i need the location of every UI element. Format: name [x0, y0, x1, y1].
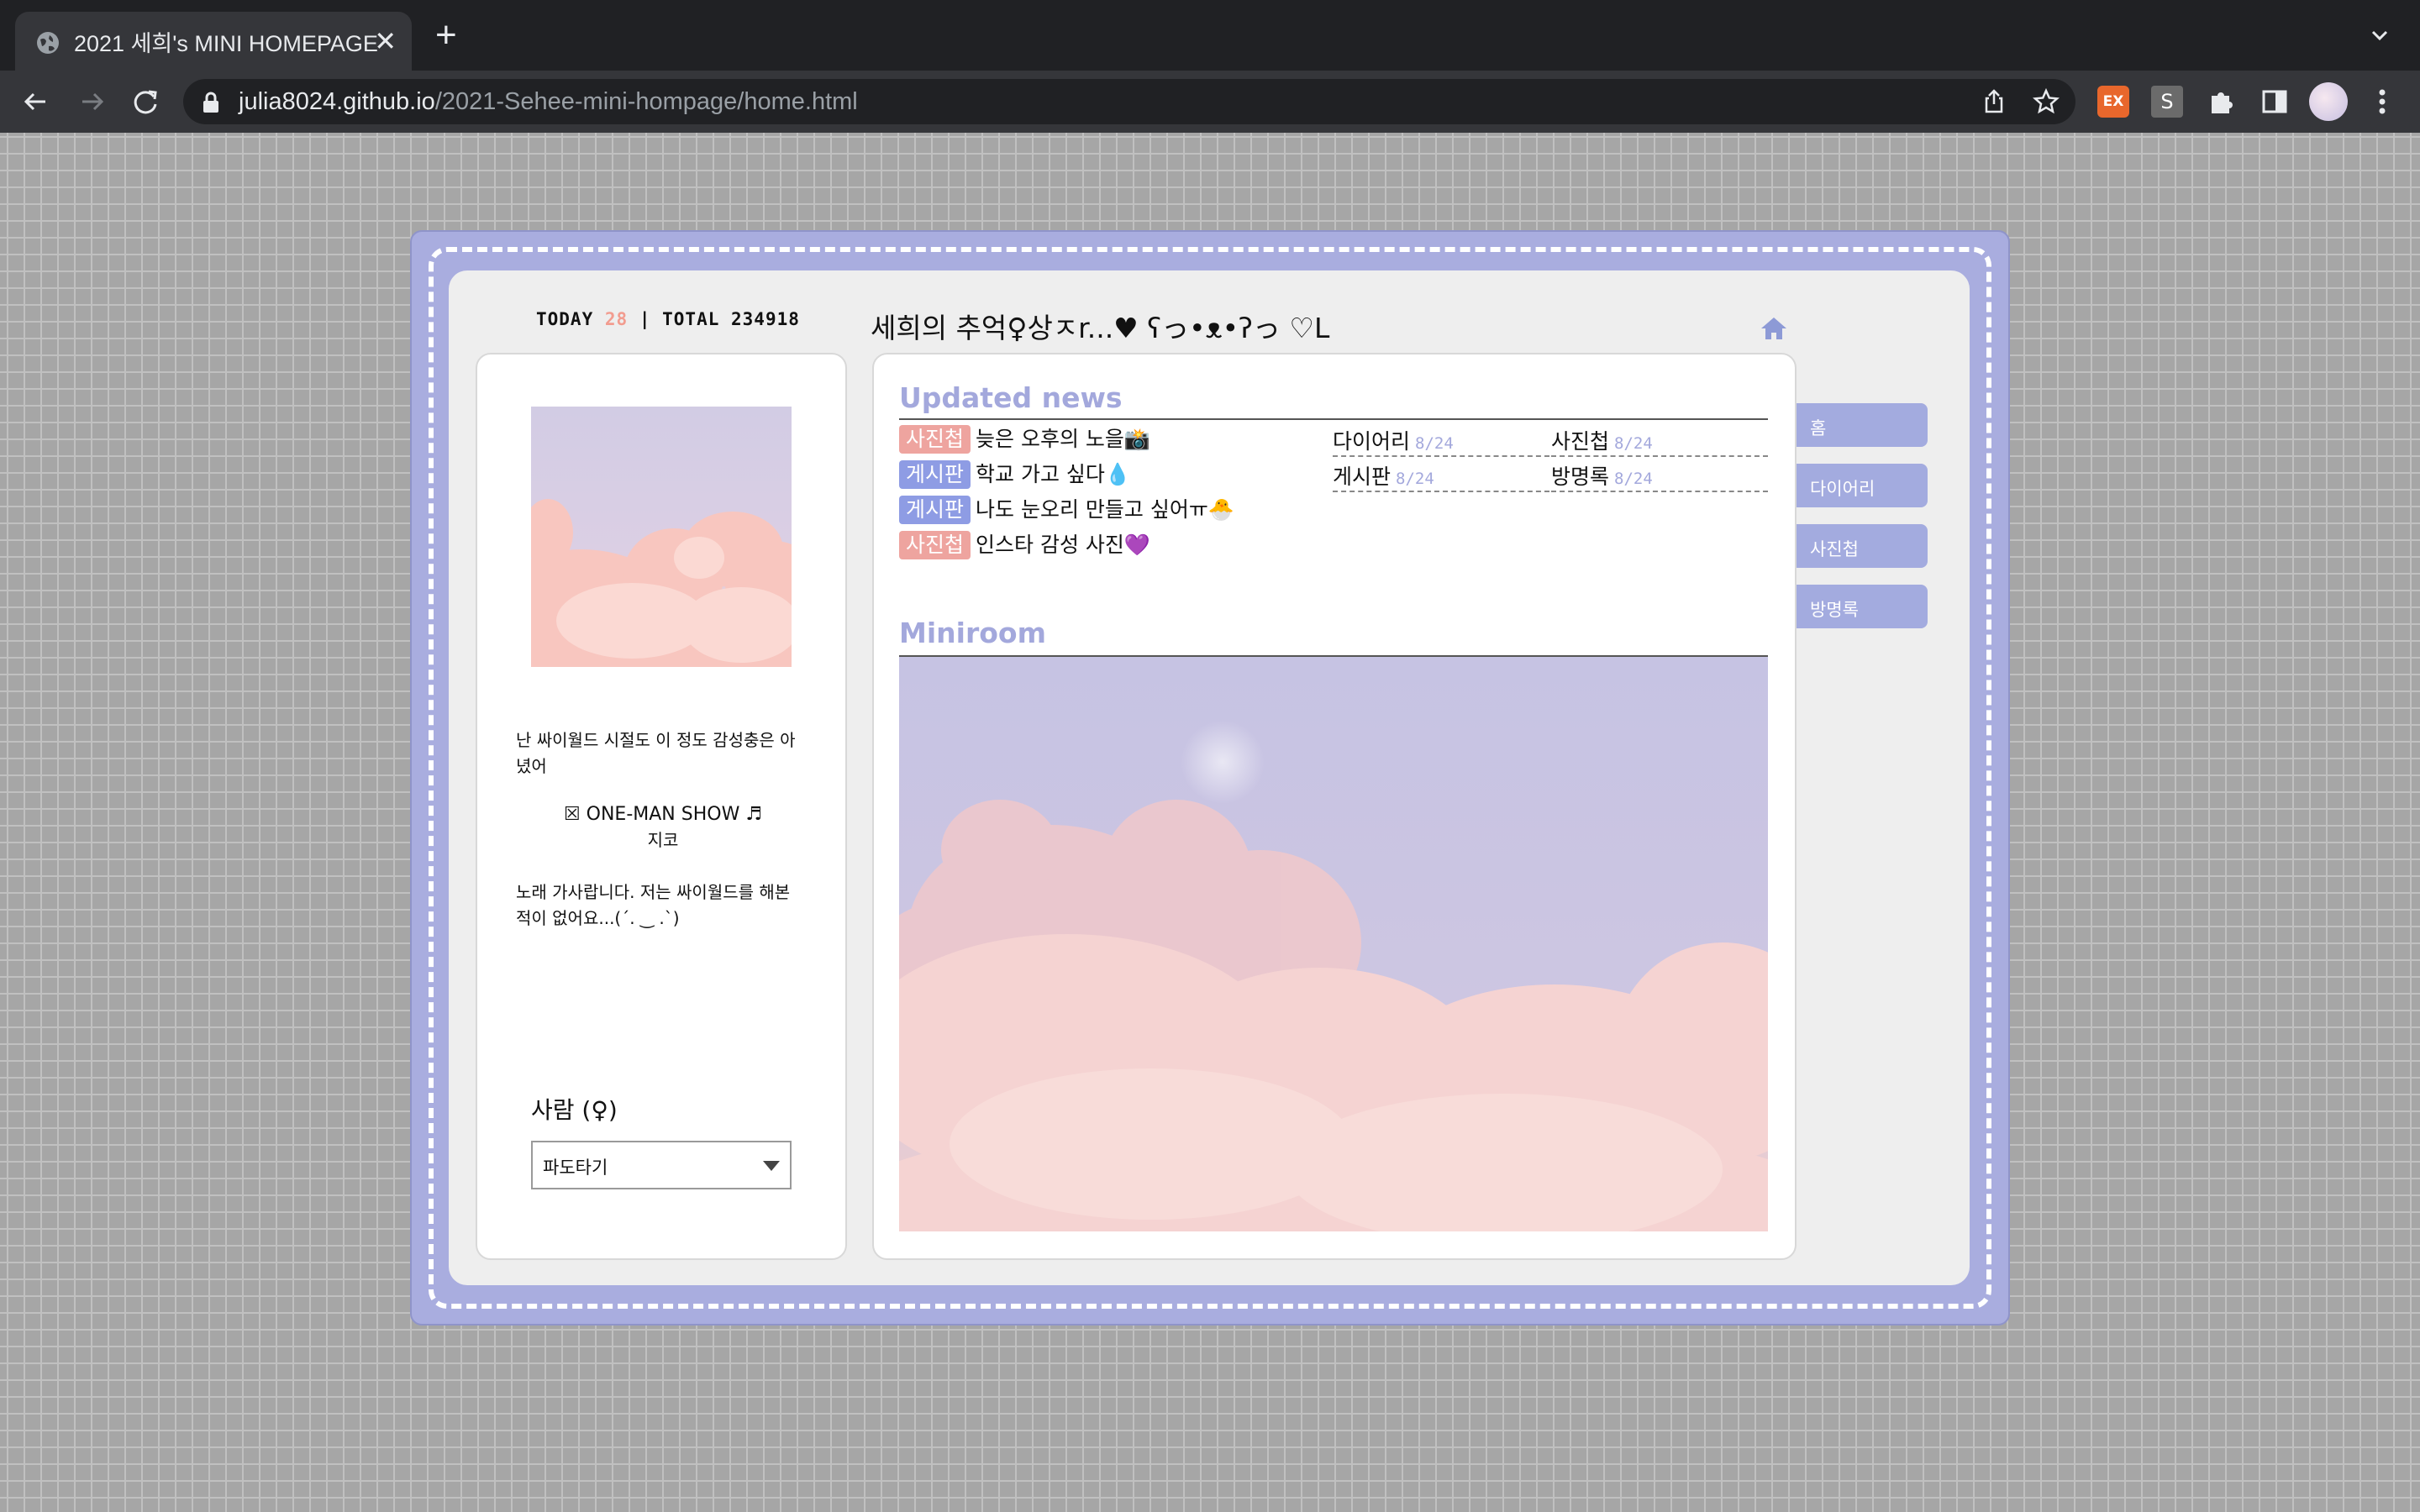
- stat-date: 8/24: [1396, 470, 1434, 488]
- star-icon[interactable]: [2032, 87, 2060, 116]
- profile-image: [531, 407, 792, 667]
- stat-label: 방명록: [1551, 465, 1610, 489]
- puzzle-icon[interactable]: [2205, 86, 2237, 118]
- stat-guestbook[interactable]: 방명록 8/24: [1551, 462, 1768, 492]
- today-label: TODAY: [536, 309, 594, 329]
- mood-dropdown-value: 파도타기: [543, 1158, 608, 1178]
- song-info: ☒ ONE-MAN SHOW ♬ 지코: [516, 801, 810, 853]
- url-host: julia8024.github.io: [239, 88, 435, 115]
- profile-avatar[interactable]: [2309, 82, 2348, 121]
- url-text[interactable]: julia8024.github.io/2021-Sehee-mini-homp…: [239, 88, 858, 116]
- menu-tab-photos[interactable]: 사진첩: [1797, 524, 1928, 568]
- news-item[interactable]: 사진첩 늦은 오후의 노을📸: [899, 425, 1150, 454]
- total-label: TOTAL: [662, 309, 720, 329]
- counter-separator: |: [639, 309, 651, 329]
- today-count: 28: [604, 309, 629, 329]
- stat-diary[interactable]: 다이어리 8/24: [1333, 427, 1549, 457]
- news-item[interactable]: 게시판 학교 가고 싶다💧: [899, 460, 1131, 489]
- dropdown-caret-icon: [763, 1161, 780, 1171]
- mood-label: 사람 (♀): [531, 1096, 618, 1124]
- bio-note: 노래 가사랍니다. 저는 싸이월드를 해본 적이 없어요...(´. ‿ .`): [516, 882, 791, 928]
- news-item-text[interactable]: 학교 가고 싶다💧: [976, 460, 1131, 489]
- news-tag-board: 게시판: [899, 496, 971, 524]
- kebab-menu-icon[interactable]: [2368, 82, 2396, 121]
- news-tag-board: 게시판: [899, 460, 971, 489]
- visitor-counter: TODAY 28 | TOTAL 234918: [536, 309, 800, 329]
- browser-tab-bar: 2021 세희's MINI HOMEPAGE ✕ +: [0, 0, 2420, 71]
- browser-tab[interactable]: 2021 세희's MINI HOMEPAGE ✕: [15, 12, 412, 71]
- menu-tab-label: 홈: [1810, 418, 1827, 438]
- tab-title: 2021 세희's MINI HOMEPAGE: [74, 31, 378, 56]
- news-item[interactable]: 게시판 나도 눈오리 만들고 싶어ㅠ🐣: [899, 496, 1234, 524]
- menu-tab-guestbook[interactable]: 방명록: [1797, 585, 1928, 628]
- share-icon[interactable]: [1980, 87, 2008, 116]
- menu-tab-label: 방명록: [1810, 600, 1859, 620]
- news-item-text[interactable]: 인스타 감성 사진💜: [976, 531, 1150, 559]
- song-title: ☒ ONE-MAN SHOW ♬: [563, 804, 763, 825]
- menu-tab-diary[interactable]: 다이어리: [1797, 464, 1928, 507]
- home-icon[interactable]: [1760, 316, 1788, 341]
- divider: [899, 418, 1768, 420]
- extension-ex-icon[interactable]: EX: [2097, 86, 2129, 118]
- close-icon[interactable]: ✕: [374, 26, 397, 56]
- url-path: /2021-Sehee-mini-hompage/home.html: [434, 88, 858, 115]
- menu-tab-home[interactable]: 홈: [1797, 403, 1928, 447]
- stat-board[interactable]: 게시판 8/24: [1333, 462, 1549, 492]
- total-count: 234918: [731, 309, 800, 329]
- reload-icon[interactable]: [126, 82, 165, 121]
- stat-label: 게시판: [1333, 465, 1392, 489]
- mood-dropdown[interactable]: 파도타기: [531, 1141, 792, 1189]
- news-item-text[interactable]: 나도 눈오리 만들고 싶어ㅠ🐣: [976, 496, 1234, 524]
- stat-photos[interactable]: 사진첩 8/24: [1551, 427, 1768, 457]
- stat-date: 8/24: [1614, 434, 1653, 453]
- extension-s-icon[interactable]: S: [2151, 86, 2183, 118]
- news-tag-photo: 사진첩: [899, 425, 971, 454]
- forward-arrow-icon[interactable]: [72, 82, 111, 121]
- menu-tab-label: 다이어리: [1810, 479, 1876, 499]
- chevron-down-icon[interactable]: [2363, 18, 2396, 52]
- song-artist: 지코: [647, 830, 679, 850]
- news-item-text[interactable]: 늦은 오후의 노을📸: [976, 425, 1150, 454]
- miniroom-image: [899, 657, 1768, 1231]
- stat-date: 8/24: [1415, 434, 1454, 453]
- address-bar[interactable]: julia8024.github.io/2021-Sehee-mini-homp…: [183, 79, 2075, 124]
- page-title: 세희의 추억♀상ㅈr...♥ ʕっ•ᴥ•ʔっ ♡L: [871, 312, 1330, 344]
- stat-date: 8/24: [1614, 470, 1653, 488]
- browser-toolbar: julia8024.github.io/2021-Sehee-mini-homp…: [0, 71, 2420, 133]
- menu-tab-label: 사진첩: [1810, 539, 1859, 559]
- stat-label: 다이어리: [1333, 429, 1411, 454]
- new-tab-button[interactable]: +: [435, 17, 457, 54]
- updated-news-title: Updated news: [899, 381, 1123, 414]
- bio-text: 난 싸이월드 시절도 이 정도 감성충은 아녔어: [516, 730, 796, 776]
- globe-icon: [37, 32, 59, 54]
- news-item[interactable]: 사진첩 인스타 감성 사진💜: [899, 531, 1150, 559]
- miniroom-title: Miniroom: [899, 617, 1046, 649]
- news-tag-photo: 사진첩: [899, 531, 971, 559]
- back-arrow-icon[interactable]: [17, 82, 55, 121]
- lock-icon[interactable]: [200, 91, 222, 114]
- stat-label: 사진첩: [1551, 429, 1610, 454]
- side-panel-icon[interactable]: [2259, 86, 2291, 118]
